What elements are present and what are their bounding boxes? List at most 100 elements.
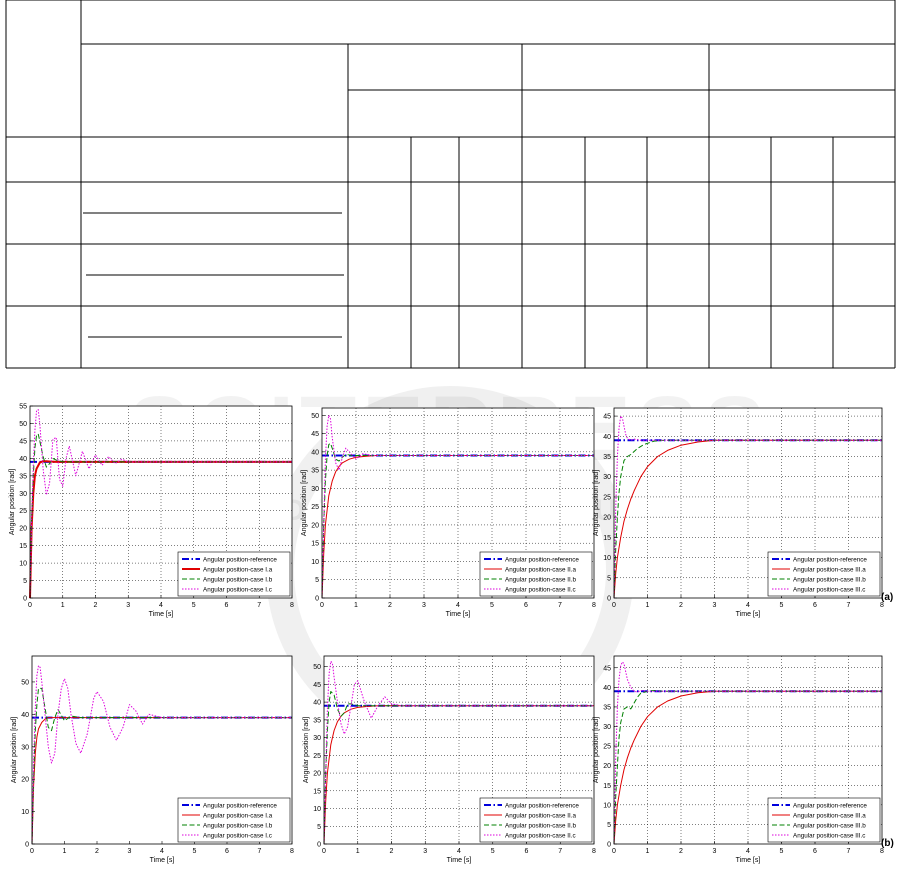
- legend-label-2: Angular position-case I.a: [203, 566, 273, 573]
- x-tick-label: 6: [813, 848, 817, 855]
- y-axis-label: Angular position [rad]: [593, 717, 600, 783]
- x-tick-label: 8: [592, 602, 596, 609]
- x-tick-label: 3: [128, 848, 132, 855]
- y-tick-label: 55: [19, 404, 27, 411]
- y-tick-label: 20: [311, 522, 319, 529]
- x-tick-label: 6: [524, 602, 528, 609]
- y-tick-label: 30: [603, 724, 611, 731]
- x-tick-label: 1: [646, 848, 650, 855]
- legend: Angular position-reference Angular positi…: [177, 551, 291, 597]
- legend-label-2: Angular position-case II.a: [505, 812, 577, 819]
- x-tick-label: 5: [193, 848, 197, 855]
- y-axis-label: Angular position [rad]: [11, 717, 18, 783]
- chart-svg: 0 1 2 3 4 5 6 7 80510152025303540455055Time [s]A…: [9, 404, 294, 619]
- x-axis-label: Time [s]: [149, 611, 174, 618]
- parameter-table: [5, 0, 896, 369]
- legend-label-3: Angular position-case III.b: [793, 576, 866, 583]
- x-tick-label: 6: [225, 602, 229, 609]
- x-tick-label: 4: [746, 848, 750, 855]
- chart-svg: 0 1 2 3 4 5 6 7 8051015202530354045Time [s]Angul…: [593, 655, 884, 864]
- legend-label-2: Angular position-case I.a: [203, 812, 273, 819]
- x-axis-label: Time [s]: [150, 857, 175, 864]
- x-tick-label: 1: [646, 602, 650, 609]
- y-tick-label: 15: [603, 783, 611, 790]
- legend-label-1: Angular position-reference: [505, 556, 579, 563]
- x-tick-label: 1: [356, 848, 360, 855]
- y-tick-label: 0: [317, 842, 321, 849]
- x-tick-label: 1: [61, 602, 65, 609]
- y-tick-label: 30: [311, 486, 319, 493]
- legend-label-3: Angular position-case III.b: [793, 822, 866, 829]
- legend-label-3: Angular position-case II.b: [505, 576, 577, 583]
- legend-label-4: Angular position-case III.c: [793, 586, 865, 593]
- y-tick-label: 35: [313, 717, 321, 724]
- y-tick-label: 25: [19, 508, 27, 515]
- y-tick-label: 0: [315, 596, 319, 603]
- chart-4: 0 1 2 3 4 5 6 7 8 0 10 20 30 40 50 Time [s] Angular posi…: [2, 646, 298, 870]
- x-tick-label: 0: [320, 602, 324, 609]
- y-tick-label: 30: [603, 474, 611, 481]
- legend-label-2: Angular position-case III.a: [793, 812, 866, 819]
- legend-label-4: Angular position-case I.c: [203, 832, 272, 839]
- chart-3: 0 1 2 3 4 5 6 7 8 0 5 10 15 20 25 30 35 40 45 Time [s] Angul…: [593, 396, 888, 624]
- x-tick-label: 7: [257, 602, 261, 609]
- x-tick-label: 0: [612, 602, 616, 609]
- x-tick-label: 3: [126, 602, 130, 609]
- y-axis-label: Angular position [rad]: [593, 470, 600, 536]
- legend-label-2: Angular position-case II.a: [505, 566, 577, 573]
- legend-label-4: Angular position-case II.c: [505, 832, 576, 839]
- x-tick-label: 0: [322, 848, 326, 855]
- y-tick-label: 40: [19, 456, 27, 463]
- x-tick-label: 5: [192, 602, 196, 609]
- y-tick-label: 15: [19, 543, 27, 550]
- y-tick-label: 30: [19, 491, 27, 498]
- x-tick-label: 0: [30, 848, 34, 855]
- y-tick-label: 40: [21, 712, 29, 719]
- y-tick-label: 25: [603, 494, 611, 501]
- table-grid: [5, 0, 896, 369]
- y-tick-label: 50: [21, 679, 29, 686]
- x-tick-label: 1: [63, 848, 67, 855]
- x-tick-label: 4: [456, 602, 460, 609]
- x-tick-label: 6: [813, 602, 817, 609]
- x-tick-label: 5: [780, 848, 784, 855]
- legend-label-4: Angular position-case I.c: [203, 586, 272, 593]
- chart-svg: 0 1 2 3 4 5 6 7 8 0 10 20 30 40 50 Time [s] Angular posi…: [11, 655, 294, 864]
- y-tick-label: 50: [19, 421, 27, 428]
- y-tick-label: 0: [23, 596, 27, 603]
- legend: Angular position-reference Angular positi…: [479, 797, 593, 843]
- chart-svg: 0 1 2 3 4 5 6 7 805101520253035404550Time [s]Ang…: [303, 655, 596, 864]
- y-tick-label: 50: [313, 664, 321, 671]
- legend-label-3: Angular position-case I.b: [203, 822, 273, 829]
- y-tick-label: 40: [603, 434, 611, 441]
- legend-label-1: Angular position-reference: [793, 556, 867, 563]
- chart-6: 0 1 2 3 4 5 6 7 8 0 5 10 15 20 25 30 35 40 45 Time [s] Angul…: [593, 646, 888, 870]
- x-tick-label: 3: [713, 602, 717, 609]
- y-tick-label: 35: [603, 704, 611, 711]
- legend-label-4: Angular position-case III.c: [793, 832, 865, 839]
- y-tick-label: 0: [607, 842, 611, 849]
- y-tick-label: 10: [19, 561, 27, 568]
- y-tick-label: 5: [607, 575, 611, 582]
- y-tick-label: 30: [313, 735, 321, 742]
- y-tick-label: 10: [313, 806, 321, 813]
- y-tick-label: 25: [313, 753, 321, 760]
- x-tick-label: 2: [95, 848, 99, 855]
- x-tick-label: 0: [612, 848, 616, 855]
- legend: Angular position-reference Angular positi…: [177, 797, 291, 843]
- x-tick-label: 7: [258, 848, 262, 855]
- y-tick-label: 5: [23, 578, 27, 585]
- legend: Angular position-reference Angular positi…: [767, 551, 881, 597]
- y-tick-label: 45: [603, 414, 611, 421]
- y-tick-label: 5: [607, 822, 611, 829]
- y-tick-label: 40: [313, 700, 321, 707]
- y-axis-label: Angular position [rad]: [9, 469, 16, 535]
- y-tick-label: 15: [603, 535, 611, 542]
- y-tick-label: 10: [311, 559, 319, 566]
- legend-label-4: Angular position-case II.c: [505, 586, 576, 593]
- chart-5: 0 1 2 3 4 5 6 7 8 0 5 10 15 20 25 30 35 40 45 50 Time [s] Ang…: [300, 646, 600, 870]
- x-tick-label: 3: [713, 848, 717, 855]
- x-tick-label: 2: [94, 602, 98, 609]
- y-axis-label: Angular position [rad]: [301, 470, 308, 536]
- panel-label-b: (b): [881, 838, 894, 849]
